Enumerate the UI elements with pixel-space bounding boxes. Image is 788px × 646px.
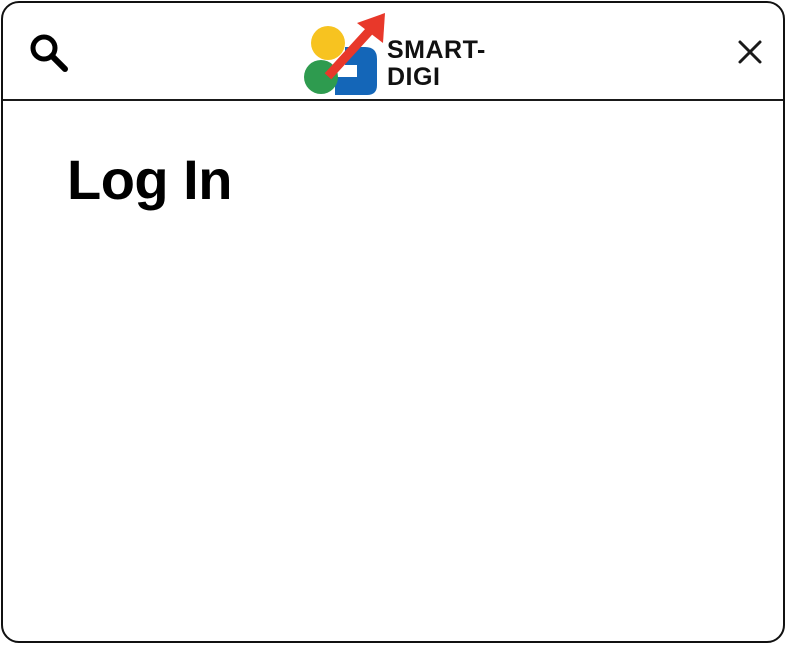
logo-line-1: SMART- [387,36,486,64]
search-icon [30,34,68,72]
header-bar: SMART- DIGI [3,3,783,101]
close-icon [738,40,762,64]
logo-wordmark: SMART- DIGI [387,37,486,91]
smart-digi-logo[interactable]: SMART- DIGI [301,11,511,97]
search-button[interactable] [25,29,71,75]
login-panel: SMART- DIGI Log In [1,1,785,643]
logo-mark-icon [304,13,385,95]
close-button[interactable] [735,37,765,67]
logo-line-2: DIGI [387,63,441,91]
page-title: Log In [67,148,232,211]
